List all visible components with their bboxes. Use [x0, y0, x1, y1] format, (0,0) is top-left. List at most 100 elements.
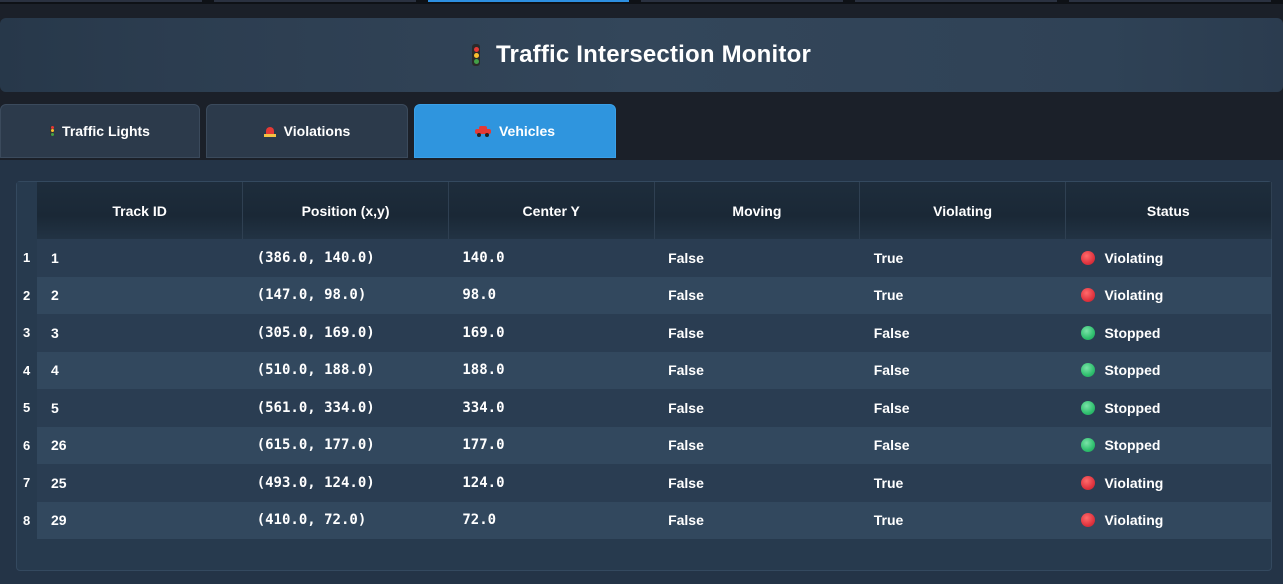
- status-dot-icon: [1081, 250, 1096, 265]
- row-index: 3: [17, 314, 37, 352]
- cell-violating: True: [859, 276, 1066, 314]
- status-label: Violating: [1104, 512, 1164, 529]
- row-index: 1: [17, 239, 37, 277]
- top-strip-segment: [0, 0, 202, 2]
- column-header-track-id[interactable]: Track ID: [37, 182, 244, 239]
- cell-moving: False: [654, 389, 860, 427]
- traffic-light-icon: [50, 126, 55, 136]
- cell-track-id: 3: [37, 314, 243, 352]
- cell-status: Stopped: [1065, 426, 1272, 464]
- table-row[interactable]: 5 5 (561.0, 334.0) 334.0 False False Stopped: [17, 389, 1272, 427]
- tab-content: Track ID Position (x,y) Center Y Moving …: [0, 160, 1283, 584]
- column-header-status[interactable]: Status: [1065, 182, 1272, 239]
- tab-vehicles[interactable]: Vehicles: [414, 104, 616, 158]
- top-strip-segment: [855, 0, 1058, 2]
- column-header-moving[interactable]: Moving: [654, 182, 861, 239]
- status-label: Stopped: [1104, 324, 1161, 341]
- status-badge: Stopped: [1079, 437, 1271, 453]
- status-badge: Stopped: [1079, 362, 1271, 378]
- page-title: Traffic Intersection Monitor: [496, 41, 811, 68]
- status-label: Stopped: [1104, 399, 1161, 416]
- cell-track-id: 29: [37, 501, 243, 539]
- table-row[interactable]: 6 26 (615.0, 177.0) 177.0 False False Stopped: [17, 426, 1272, 464]
- cell-status: Violating: [1065, 501, 1272, 539]
- tab-traffic-lights[interactable]: Traffic Lights: [0, 104, 200, 158]
- cell-position: (561.0, 334.0): [242, 389, 449, 427]
- cell-status: Stopped: [1065, 351, 1272, 389]
- status-badge: Violating: [1079, 287, 1271, 303]
- row-index: 2: [17, 276, 37, 314]
- cell-violating: False: [859, 389, 1066, 427]
- row-index-header: [17, 182, 37, 239]
- column-header-violating[interactable]: Violating: [859, 182, 1066, 239]
- cell-violating: False: [859, 351, 1066, 389]
- table-row[interactable]: 2 2 (147.0, 98.0) 98.0 False True Violating: [17, 276, 1272, 314]
- vehicles-table-panel: Track ID Position (x,y) Center Y Moving …: [16, 181, 1272, 571]
- cell-status: Stopped: [1065, 314, 1272, 352]
- top-strip-segment: [641, 0, 844, 2]
- tab-label: Violations: [283, 123, 351, 139]
- cell-status: Stopped: [1065, 389, 1272, 427]
- cell-track-id: 26: [37, 426, 243, 464]
- status-badge: Stopped: [1079, 325, 1271, 341]
- column-header-center-y[interactable]: Center Y: [448, 182, 655, 239]
- cell-track-id: 1: [37, 239, 243, 277]
- cell-violating: True: [859, 464, 1066, 502]
- status-badge: Violating: [1079, 512, 1271, 528]
- tab-label: Traffic Lights: [62, 123, 150, 139]
- cell-moving: False: [654, 501, 860, 539]
- cell-position: (386.0, 140.0): [242, 239, 449, 277]
- table-row[interactable]: 4 4 (510.0, 188.0) 188.0 False False Stopped: [17, 351, 1272, 389]
- column-header-position[interactable]: Position (x,y): [242, 182, 449, 239]
- status-dot-icon: [1081, 288, 1096, 303]
- status-dot-icon: [1081, 438, 1096, 453]
- cell-moving: False: [654, 426, 860, 464]
- cell-moving: False: [654, 276, 860, 314]
- table-row[interactable]: 1 1 (386.0, 140.0) 140.0 False True Violating: [17, 239, 1272, 277]
- cell-position: (493.0, 124.0): [242, 464, 449, 502]
- car-icon: [474, 126, 491, 137]
- cell-status: Violating: [1065, 464, 1272, 502]
- status-dot-icon: [1081, 513, 1096, 528]
- status-label: Violating: [1104, 474, 1164, 491]
- row-index: 4: [17, 351, 37, 389]
- cell-moving: False: [654, 351, 860, 389]
- traffic-light-icon: [472, 44, 481, 66]
- status-label: Violating: [1104, 249, 1164, 266]
- tab-violations[interactable]: Violations: [206, 104, 408, 158]
- cell-track-id: 2: [37, 276, 243, 314]
- top-strip-segment: [213, 0, 416, 2]
- status-label: Stopped: [1104, 437, 1161, 454]
- cell-track-id: 25: [37, 464, 243, 502]
- cell-violating: True: [859, 239, 1066, 277]
- status-badge: Violating: [1079, 250, 1271, 266]
- table-row[interactable]: 3 3 (305.0, 169.0) 169.0 False False Stopped: [17, 314, 1272, 352]
- cell-moving: False: [654, 464, 860, 502]
- cell-status: Violating: [1065, 276, 1272, 314]
- status-dot-icon: [1081, 363, 1096, 378]
- cell-center-y: 169.0: [448, 314, 655, 352]
- cell-center-y: 140.0: [448, 239, 655, 277]
- status-badge: Violating: [1079, 475, 1271, 491]
- cell-position: (410.0, 72.0): [242, 501, 449, 539]
- cell-center-y: 177.0: [448, 426, 655, 464]
- row-index: 7: [17, 464, 37, 502]
- status-badge: Stopped: [1079, 400, 1271, 416]
- top-strip-segment-active: [427, 0, 630, 2]
- status-dot-icon: [1081, 400, 1096, 415]
- vehicles-table: Track ID Position (x,y) Center Y Moving …: [17, 182, 1272, 539]
- cell-center-y: 188.0: [448, 351, 655, 389]
- tab-label: Vehicles: [498, 123, 556, 139]
- siren-icon: [263, 125, 276, 137]
- top-strip-segment: [1069, 0, 1271, 2]
- table-row[interactable]: 7 25 (493.0, 124.0) 124.0 False True Violating: [17, 464, 1272, 502]
- status-dot-icon: [1081, 325, 1096, 340]
- tab-bar: Traffic Lights Violations Vehicles: [0, 104, 616, 160]
- cell-position: (615.0, 177.0): [242, 426, 449, 464]
- cell-violating: False: [859, 426, 1066, 464]
- cell-violating: True: [859, 501, 1066, 539]
- row-index: 6: [17, 426, 37, 464]
- row-index: 8: [17, 501, 37, 539]
- table-row[interactable]: 8 29 (410.0, 72.0) 72.0 False True Violating: [17, 501, 1272, 539]
- status-dot-icon: [1081, 475, 1096, 490]
